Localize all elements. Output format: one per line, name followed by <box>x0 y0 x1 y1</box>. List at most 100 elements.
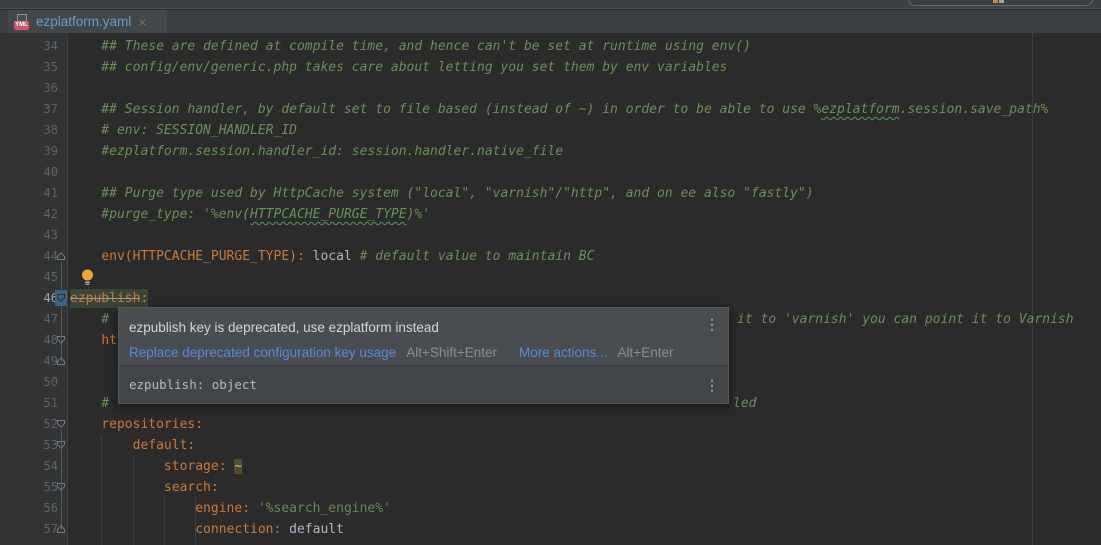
popup-info-section: ezpublish: object ⋮ <box>119 365 728 403</box>
code-line: 54 storage: ~ <box>0 456 1101 477</box>
code-token <box>70 396 101 411</box>
code-token: env(HTTPCACHE_PURGE_TYPE): <box>101 249 305 264</box>
fold-region-start-icon[interactable] <box>55 437 67 453</box>
code-line: 34 ## These are defined at compile time,… <box>0 36 1101 57</box>
editor-area[interactable]: 34 ## These are defined at compile time,… <box>0 33 1101 545</box>
code-line: 46ezpublish: <box>0 288 1101 309</box>
code-token <box>70 501 195 516</box>
toolbar-strip <box>0 0 1101 9</box>
code-line: 42 #purge_type: '%env(HTTPCACHE_PURGE_TY… <box>0 204 1101 225</box>
code-token: # <box>101 396 109 411</box>
code-line: 56 engine: '%search_engine%' <box>0 498 1101 519</box>
code-token <box>305 249 313 264</box>
fold-region-end-icon[interactable] <box>55 521 67 537</box>
intention-popup: ezpublish key is deprecated, use ezplatf… <box>118 307 729 404</box>
line-number: 34 <box>44 36 58 57</box>
code-token: # default value to maintain BC <box>360 249 595 264</box>
code-line: 35 ## config/env/generic.php takes care … <box>0 57 1101 78</box>
code-token <box>70 480 164 495</box>
code-token: HTTPCACHE_PURGE_TYPE <box>250 207 407 222</box>
code-token: local <box>313 249 352 264</box>
code-token: ezplatform <box>821 102 899 117</box>
fold-region-start-icon[interactable] <box>55 416 67 432</box>
code-line: 57 connection: default <box>0 519 1101 540</box>
fold-region-start-icon[interactable] <box>55 479 67 495</box>
code-token <box>70 522 195 537</box>
code-line: 43 <box>0 225 1101 246</box>
code-line: 37 ## Session handler, by default set to… <box>0 99 1101 120</box>
code-token: led <box>733 393 756 414</box>
code-token <box>70 438 133 453</box>
code-token: ## These are defined at compile time, an… <box>70 39 751 54</box>
code-token: # <box>101 312 109 327</box>
code-token: ## Purge type used by HttpCache system (… <box>70 186 814 201</box>
line-number: 36 <box>44 78 58 99</box>
line-number: 42 <box>44 204 58 225</box>
code-line: 41 ## Purge type used by HttpCache syste… <box>0 183 1101 204</box>
popup-main-section: ezpublish key is deprecated, use ezplatf… <box>119 308 728 365</box>
code-token: ## Session handler, by default set to fi… <box>70 102 821 117</box>
code-token: '%search_engine%' <box>258 501 391 516</box>
line-number: 38 <box>44 120 58 141</box>
code-line: 44 env(HTTPCACHE_PURGE_TYPE): local # de… <box>0 246 1101 267</box>
yaml-file-icon: YML <box>14 14 31 30</box>
code-token <box>352 249 360 264</box>
code-token: #purge_type: '%env( <box>70 207 250 222</box>
code-token: ht <box>101 333 117 348</box>
code-token <box>70 249 101 264</box>
code-token <box>281 522 289 537</box>
tab-close-icon[interactable]: × <box>138 15 146 29</box>
kebab-menu-icon[interactable]: ⋮ <box>705 317 719 331</box>
code-token: : <box>140 289 148 308</box>
code-line: 40 <box>0 162 1101 183</box>
line-number: 39 <box>44 141 58 162</box>
kebab-menu-icon[interactable]: ⋮ <box>705 378 719 392</box>
line-number: 51 <box>44 393 58 414</box>
code-token: )%' <box>407 207 430 222</box>
run-widget-control[interactable] <box>908 0 1093 6</box>
code-line: 52 repositories: <box>0 414 1101 435</box>
device-screen-icon <box>993 0 1004 3</box>
fold-region-start-icon[interactable] <box>55 290 67 306</box>
line-number: 43 <box>44 225 58 246</box>
code-token: # env: SESSION_HANDLER_ID <box>70 123 297 138</box>
code-token: .session.save_path% <box>900 102 1049 117</box>
code-token: default: <box>133 438 196 453</box>
code-token <box>250 501 258 516</box>
code-token: ~ <box>234 459 242 474</box>
code-token: search: <box>164 480 219 495</box>
code-line: 39 #ezplatform.session.handler_id: sessi… <box>0 141 1101 162</box>
code-token: ezpublish <box>70 289 140 308</box>
tab-ezplatform-yaml[interactable]: YML ezplatform.yaml × <box>8 10 167 33</box>
more-actions-link[interactable]: More actions... <box>519 345 608 360</box>
line-number: 45 <box>44 267 58 288</box>
code-token: default <box>289 522 344 537</box>
code-token: engine: <box>195 501 250 516</box>
code-token: it to 'varnish' you can point it to Varn… <box>737 309 1074 330</box>
secondary-shortcut-label: Alt+Enter <box>618 345 674 360</box>
line-number: 41 <box>44 183 58 204</box>
editor-tab-bar: YML ezplatform.yaml × <box>0 10 1101 33</box>
primary-shortcut-label: Alt+Shift+Enter <box>406 345 497 360</box>
code-line: 55 search: <box>0 477 1101 498</box>
fold-region-end-icon[interactable] <box>55 248 67 264</box>
line-number: 54 <box>44 456 58 477</box>
code-line: 53 default: <box>0 435 1101 456</box>
code-lines: 34 ## These are defined at compile time,… <box>0 36 1101 540</box>
replace-action-link[interactable]: Replace deprecated configuration key usa… <box>129 345 396 360</box>
popup-info-text: ezpublish: object <box>129 377 257 392</box>
line-number: 50 <box>44 372 58 393</box>
popup-message: ezpublish key is deprecated, use ezplatf… <box>129 320 439 335</box>
code-token: repositories: <box>101 417 203 432</box>
line-number: 56 <box>44 498 58 519</box>
code-token <box>70 333 101 348</box>
code-token <box>70 312 101 327</box>
code-token <box>70 417 101 432</box>
line-number: 37 <box>44 99 58 120</box>
code-token: connection: <box>195 522 281 537</box>
fold-region-start-icon[interactable] <box>55 332 67 348</box>
line-number: 35 <box>44 57 58 78</box>
line-number: 40 <box>44 162 58 183</box>
code-line: 38 # env: SESSION_HANDLER_ID <box>0 120 1101 141</box>
fold-region-end-icon[interactable] <box>55 353 67 369</box>
